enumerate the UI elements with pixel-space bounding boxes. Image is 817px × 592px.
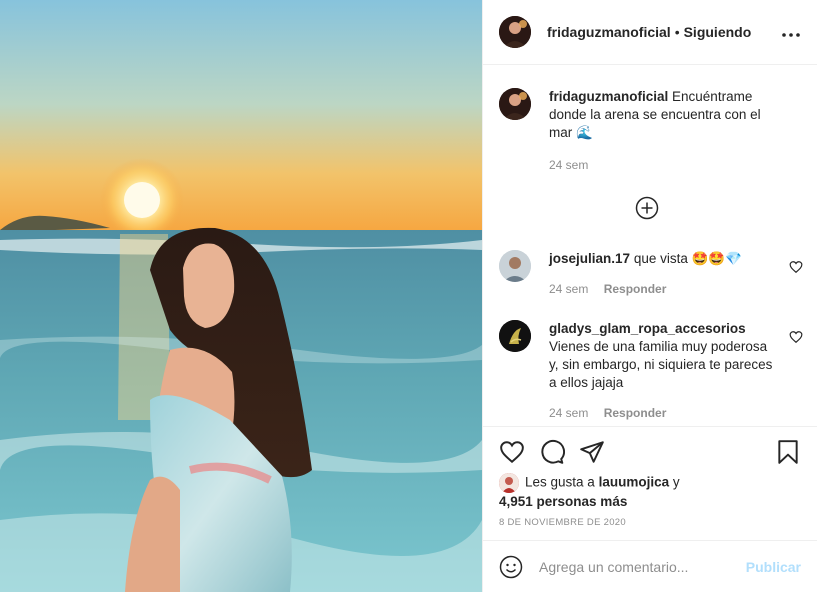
following-button[interactable]: Siguiendo [684,24,752,40]
more-options-icon[interactable] [781,22,801,43]
comment-bubble-icon[interactable] [539,439,565,465]
post-detail-panel: fridaguzmanoficial • Siguiendo fridaguzm… [482,0,817,592]
comment-row: josejulian.17 que vista 🤩🤩💎 24 sem Respo… [499,250,801,296]
caption-username[interactable]: fridaguzmanoficial [549,89,668,104]
like-comment-heart-icon[interactable] [789,260,803,274]
comment-time[interactable]: 24 sem [549,282,588,296]
comment-username[interactable]: josejulian.17 [549,251,630,266]
share-paper-plane-icon[interactable] [579,439,605,465]
post-header: fridaguzmanoficial • Siguiendo [483,0,817,65]
comment-text: Vienes de una familia muy poderosa y, si… [549,339,773,390]
reply-button[interactable]: Responder [604,406,667,420]
commenter-avatar[interactable] [499,320,531,352]
comments-list[interactable]: fridaguzmanoficial Encuéntrame donde la … [483,66,817,426]
caption-time[interactable]: 24 sem [549,158,588,172]
likes-joiner: y [672,474,680,490]
reply-button[interactable]: Responder [604,282,667,296]
post-date[interactable]: 8 DE NOVIEMBRE DE 2020 [499,517,626,528]
comment-row: gladys_glam_ropa_accesorios Vienes de un… [499,320,801,420]
likes-count[interactable]: 4,951 personas más [499,494,627,509]
comment-text-block: gladys_glam_ropa_accesorios Vienes de un… [549,320,774,392]
author-username[interactable]: fridaguzmanoficial [547,24,671,40]
comment-time[interactable]: 24 sem [549,406,588,420]
publish-button[interactable]: Publicar [746,559,801,575]
caption-row: fridaguzmanoficial Encuéntrame donde la … [499,88,801,172]
post-photo[interactable] [0,0,482,592]
emoji-picker-icon[interactable] [499,555,523,579]
like-heart-icon[interactable] [499,439,525,465]
save-bookmark-icon[interactable] [775,439,801,465]
separator-dot: • [674,24,680,40]
liker-avatar[interactable] [499,473,519,493]
comment-username[interactable]: gladys_glam_ropa_accesorios [549,321,746,336]
liker-username[interactable]: lauumojica [599,475,670,490]
commenter-avatar[interactable] [499,250,531,282]
author-avatar[interactable] [499,16,531,48]
comment-composer: Publicar [483,540,817,592]
like-comment-heart-icon[interactable] [789,330,803,344]
comment-input[interactable] [539,558,746,575]
post-actions-section: Les gusta a lauumojica y 4,951 personas … [483,426,817,540]
load-more-comments-icon[interactable] [635,196,659,220]
comment-text-block: josejulian.17 que vista 🤩🤩💎 [549,250,774,268]
comment-text: que vista 🤩🤩💎 [633,251,743,266]
caption-text-block: fridaguzmanoficial Encuéntrame donde la … [549,88,774,142]
likes-summary: Les gusta a lauumojica y 4,951 personas … [499,473,801,511]
likes-prefix: Les gusta a [525,474,595,490]
caption-avatar[interactable] [499,88,531,120]
